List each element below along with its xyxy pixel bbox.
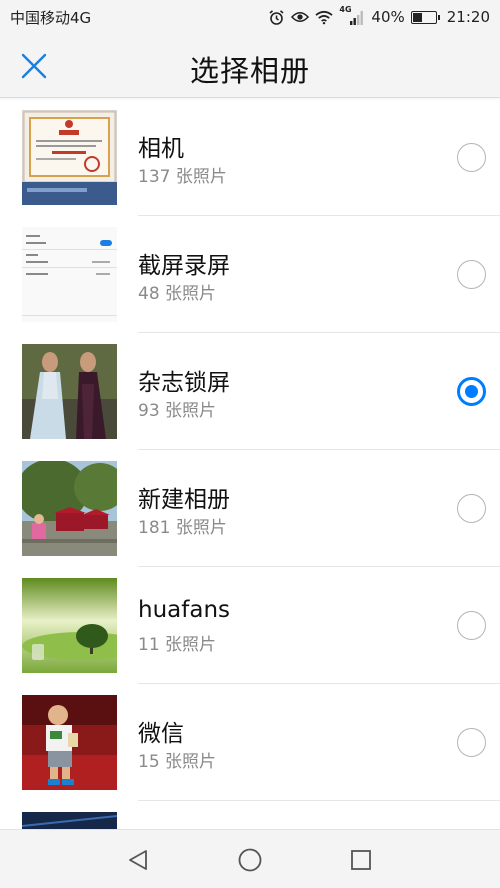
album-count: 48 张照片: [138, 284, 217, 304]
album-thumbnail-camera: [22, 110, 117, 205]
album-row-wechat[interactable]: 微信 15 张照片: [0, 684, 500, 801]
album-thumbnail-partial: [22, 812, 117, 829]
album-count: 11 张照片: [138, 635, 217, 655]
alarm-icon: [267, 8, 285, 26]
album-name: 相机: [138, 136, 184, 162]
page-title: 选择相册: [189, 54, 310, 88]
home-icon: [237, 847, 263, 873]
album-row-screenshots[interactable]: 截屏录屏 48 张照片: [0, 216, 500, 333]
album-row-huafans[interactable]: huafans 11 张照片: [0, 567, 500, 684]
album-select-radio[interactable]: [457, 611, 486, 640]
album-name: huafans: [138, 597, 230, 623]
album-thumbnail-huafans: [22, 578, 117, 673]
battery-icon: [410, 10, 440, 24]
status-bar: 中国移动4G 4G 40% 21:20: [0, 0, 500, 34]
album-select-radio[interactable]: [457, 494, 486, 523]
carrier-label: 中国移动4G: [10, 8, 92, 27]
album-row-magazine-lockscreen[interactable]: 杂志锁屏 93 张照片: [0, 333, 500, 450]
album-thumbnail-wechat: [22, 695, 117, 790]
album-count: 15 张照片: [138, 752, 217, 772]
signal-icon: 4G: [339, 5, 365, 26]
battery-percent: 40%: [371, 8, 405, 26]
home-button[interactable]: [236, 846, 264, 874]
battery-level-fill: [412, 12, 422, 22]
network-type-badge: 4G: [339, 5, 352, 14]
album-count: 93 张照片: [138, 401, 217, 421]
status-icons: 4G 40% 21:20: [267, 5, 490, 26]
album-select-radio[interactable]: [457, 260, 486, 289]
recents-button[interactable]: [347, 846, 375, 874]
clock: 21:20: [446, 8, 490, 26]
album-thumbnail-magazine-lockscreen: [22, 344, 117, 439]
eye-icon: [291, 8, 310, 26]
album-count: 181 张照片: [138, 518, 227, 538]
wifi-icon: [315, 8, 334, 26]
album-select-radio[interactable]: [457, 143, 486, 172]
album-count: 137 张照片: [138, 167, 227, 187]
album-name: 新建相册: [138, 487, 230, 513]
recents-icon: [349, 848, 373, 872]
album-name: 微信: [138, 721, 184, 747]
album-row-camera[interactable]: 相机 137 张照片: [0, 99, 500, 216]
album-name: 杂志锁屏: [138, 370, 230, 396]
app-header: 选择相册: [0, 34, 500, 98]
back-button[interactable]: [124, 846, 152, 874]
album-select-radio[interactable]: [457, 728, 486, 757]
album-name: 截屏录屏: [138, 253, 230, 279]
system-nav-bar: [0, 829, 500, 888]
album-thumbnail-new-album: [22, 461, 117, 556]
album-list[interactable]: 相机 137 张照片 截屏录屏 48 张照片 杂志锁屏 93 张照片 新建相册 …: [0, 99, 500, 829]
back-icon: [126, 848, 150, 872]
album-thumbnail-screenshots: [22, 227, 117, 322]
album-select-radio-checked[interactable]: [457, 377, 486, 406]
album-row-partial[interactable]: [0, 801, 500, 829]
album-row-new-album[interactable]: 新建相册 181 张照片: [0, 450, 500, 567]
